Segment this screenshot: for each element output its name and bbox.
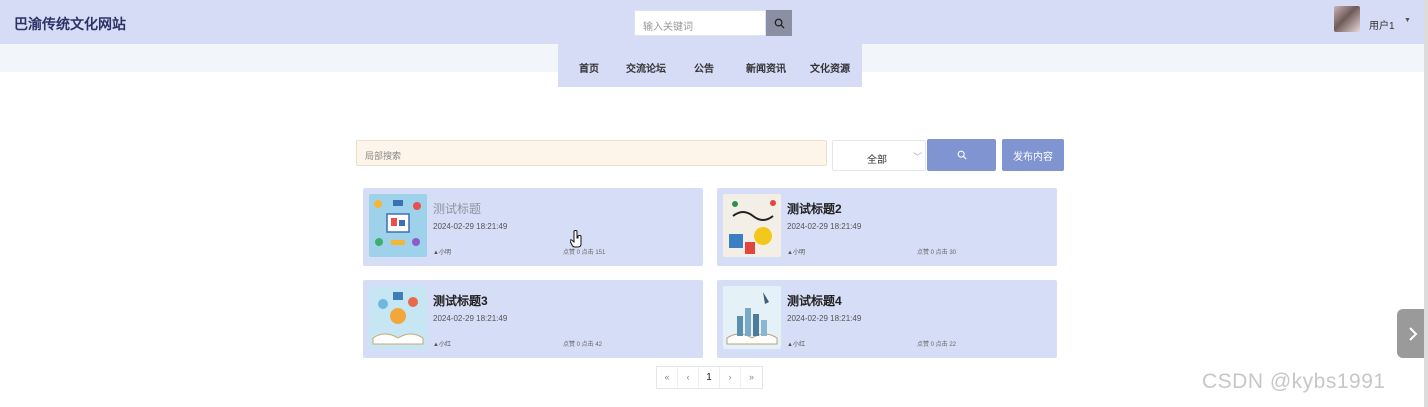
pagination-last[interactable]: » <box>741 367 762 388</box>
pagination-current-page[interactable]: 1 <box>699 367 720 388</box>
pagination-first[interactable]: « <box>657 367 678 388</box>
post-author: ▲小红 <box>787 339 805 348</box>
top-navbar: 巴渝传统文化网站 输入关键词 用户1 ▼ <box>0 0 1424 44</box>
search-icon <box>957 150 967 160</box>
post-author-name: 小红 <box>792 342 805 348</box>
post-thumbnail <box>369 194 427 257</box>
nav-item-forum[interactable]: 交流论坛 <box>626 60 666 75</box>
post-stats: 点赞 0 点击 22 <box>917 342 957 348</box>
pagination-prev[interactable]: ‹ <box>678 367 699 388</box>
pagination-next[interactable]: › <box>720 367 741 388</box>
user-name[interactable]: 用户1 <box>1369 17 1395 32</box>
nav-item-notice[interactable]: 公告 <box>694 60 714 75</box>
post-author: ▲小红 <box>433 339 451 348</box>
post-author: ▲小明 <box>787 247 805 256</box>
nav-item-culture[interactable]: 文化资源 <box>810 60 850 75</box>
post-title[interactable]: 测试标题3 <box>433 292 488 309</box>
post-card[interactable]: 测试标题 2024-02-29 18:21:49 ▲小明 点赞 0 点击 151 <box>363 188 703 266</box>
watermark: CSDN @kybs1991 <box>1202 370 1386 393</box>
post-thumbnail <box>723 286 781 349</box>
post-stats: 点赞 0 点击 30 <box>917 250 957 256</box>
publish-button[interactable]: 发布内容 <box>1002 139 1064 171</box>
post-date: 2024-02-29 18:21:49 <box>433 222 508 231</box>
post-stats: 点赞 0 点击 42 <box>563 342 603 348</box>
post-date: 2024-02-29 18:21:49 <box>787 314 862 323</box>
category-select-value: 全部 <box>867 155 887 166</box>
chevron-right-icon <box>1408 326 1417 341</box>
post-card[interactable]: 测试标题4 2024-02-29 18:21:49 ▲小红 点赞 0 点击 22 <box>717 280 1057 358</box>
post-author-name: 小明 <box>792 250 805 256</box>
hand-cursor-icon <box>569 230 584 253</box>
post-card[interactable]: 测试标题3 2024-02-29 18:21:49 ▲小红 点赞 0 点击 42 <box>363 280 703 358</box>
global-search-input[interactable]: 输入关键词 <box>634 10 766 36</box>
nav-item-news[interactable]: 新闻资讯 <box>746 60 786 75</box>
post-title[interactable]: 测试标题2 <box>787 200 842 217</box>
chevron-down-icon: ﹀ <box>913 152 923 162</box>
post-date: 2024-02-29 18:21:49 <box>787 222 862 231</box>
main-nav: 首页 交流论坛 公告 新闻资讯 文化资源 <box>558 44 862 87</box>
page-scrollbar[interactable] <box>1424 0 1428 407</box>
site-title[interactable]: 巴渝传统文化网站 <box>14 14 126 34</box>
global-search-button[interactable] <box>766 10 792 36</box>
user-menu-caret-icon[interactable]: ▼ <box>1404 17 1411 24</box>
post-date: 2024-02-29 18:21:49 <box>433 314 508 323</box>
post-title[interactable]: 测试标题4 <box>787 292 842 309</box>
post-card[interactable]: 测试标题2 2024-02-29 18:21:49 ▲小明 点赞 0 点击 30 <box>717 188 1057 266</box>
post-title[interactable]: 测试标题 <box>433 200 481 217</box>
post-author-name: 小红 <box>438 342 451 348</box>
category-select[interactable]: 全部 ﹀ <box>832 140 926 171</box>
post-thumbnail <box>369 286 427 349</box>
local-search-button[interactable] <box>927 139 996 171</box>
pagination: « ‹ 1 › » <box>656 366 763 389</box>
user-avatar[interactable] <box>1334 6 1360 32</box>
nav-item-home[interactable]: 首页 <box>579 60 599 75</box>
search-icon <box>774 18 785 29</box>
post-author-name: 小明 <box>438 250 451 256</box>
local-search-input[interactable]: 局部搜索 <box>356 140 827 166</box>
post-author: ▲小明 <box>433 247 451 256</box>
post-thumbnail <box>723 194 781 257</box>
